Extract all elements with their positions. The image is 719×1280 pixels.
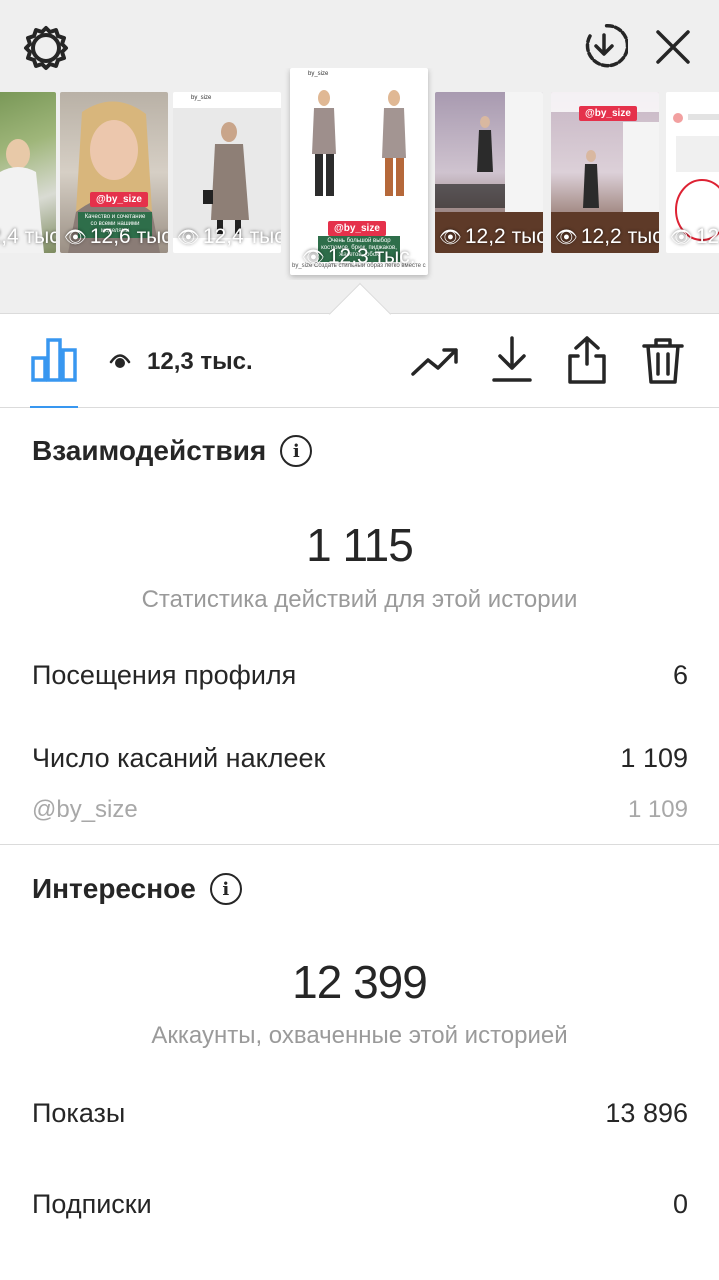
thumbnail-views: 👁12,4 тыс. (177, 225, 281, 249)
stat-value: 0 (672, 1189, 688, 1219)
thumbnail-views: 👁12,2 тыс. (439, 225, 543, 249)
gear-icon[interactable] (20, 22, 72, 74)
eye-icon: 👁 (302, 246, 325, 267)
info-icon[interactable]: i (280, 435, 313, 467)
story-thumbnail[interactable]: @by_size Качество и сочетание со всеми н… (60, 92, 168, 253)
thumbnail-views-label: 12,2 тыс. (580, 225, 659, 248)
story-thumbnail[interactable]: 👁12,4 тыс. (0, 92, 56, 253)
share-icon[interactable] (564, 334, 610, 386)
trash-icon[interactable] (640, 336, 686, 386)
thumbnail-views-label: 12,2 тыс. (464, 225, 543, 248)
stat-row-impressions: Показы 13 896 (32, 1098, 688, 1129)
eye-icon: 👁 (555, 226, 578, 247)
section-divider (0, 844, 719, 845)
close-icon[interactable] (650, 22, 696, 72)
stat-subvalue: 1 109 (627, 796, 688, 823)
stat-sublabel: @by_size (32, 796, 138, 823)
stat-value: 13 896 (605, 1098, 688, 1128)
stat-value: 6 (672, 660, 688, 690)
eye-icon (108, 350, 132, 372)
insights-toolbar: 12,3 тыс. (0, 318, 719, 408)
stat-row-profile-visits: Посещения профиля 6 (32, 660, 688, 691)
discovery-caption: Аккаунты, охваченные этой историей (151, 1022, 568, 1049)
story-thumbnail-strip[interactable]: 👁12,4 тыс. @by_size Качество и сочетание… (0, 68, 719, 280)
interactions-title: Взаимодействия (32, 435, 267, 466)
thumbnail-views: 👁12,2 тыс. (670, 225, 719, 249)
story-thumbnail[interactable]: @by_size 👁12,2 тыс. (551, 92, 659, 253)
thumbnail-tag: @by_size (90, 192, 148, 207)
download-icon[interactable] (490, 334, 534, 386)
trend-icon[interactable] (410, 342, 460, 382)
thumbnail-views-label: 12,4 тыс. (0, 225, 56, 248)
stat-label: Посещения профиля (32, 660, 297, 690)
interactions-section-title: Взаимодействия i (32, 435, 313, 467)
stat-row-follows: Подписки 0 (32, 1189, 688, 1220)
thumbnail-views: 👁12,2 тыс. (555, 225, 659, 249)
insights-tab[interactable] (30, 336, 78, 408)
stat-label: Подписки (32, 1189, 152, 1219)
active-tab-indicator (30, 406, 78, 408)
discovery-title: Интересное (32, 873, 196, 904)
interactions-total: 1 115 (306, 519, 414, 571)
thumbnail-views-label: 12,3 тыс. (327, 245, 416, 268)
discovery-section-title: Интересное i (32, 873, 242, 905)
thumbnail-tag: @by_size (328, 221, 386, 236)
story-thumbnail[interactable]: by_size 👁12,4 тыс. (173, 92, 281, 253)
interactions-caption: Статистика действий для этой истории (141, 586, 578, 613)
story-thumbnail[interactable]: 👁12,2 тыс. (435, 92, 543, 253)
thumbnail-views-label: 12,2 тыс. (695, 225, 719, 248)
thumbnail-views: 👁12,4 тыс. (0, 225, 56, 249)
discovery-total: 12 399 (292, 956, 428, 1008)
info-icon[interactable]: i (209, 873, 242, 905)
eye-icon: 👁 (670, 226, 693, 247)
thumbnail-views: 👁 12,3 тыс. (302, 245, 416, 269)
eye-icon: 👁 (64, 226, 87, 247)
thumbnail-views: 👁12,6 тыс. (64, 225, 168, 249)
stat-label: Показы (32, 1098, 126, 1128)
stat-subrow-mention: @by_size 1 109 (32, 796, 688, 824)
stat-value: 1 109 (620, 743, 688, 773)
download-circle-icon[interactable] (578, 20, 630, 72)
thumbnail-views-label: 12,4 тыс. (202, 225, 281, 248)
story-thumbnail[interactable]: 👁12,2 тыс. (666, 92, 719, 253)
eye-icon: 👁 (439, 226, 462, 247)
thumbnail-tag: @by_size (579, 106, 637, 121)
bar-chart-icon (31, 338, 77, 382)
stat-label: Число касаний наклеек (32, 743, 326, 773)
views-count: 12,3 тыс. (147, 348, 253, 375)
eye-icon: 👁 (177, 226, 200, 247)
thumbnail-views-label: 12,6 тыс. (89, 225, 168, 248)
story-thumbnail-selected[interactable]: by_size @by_size Очень большой выбор кос… (290, 68, 428, 275)
stat-row-sticker-taps: Число касаний наклеек 1 109 (32, 743, 688, 774)
